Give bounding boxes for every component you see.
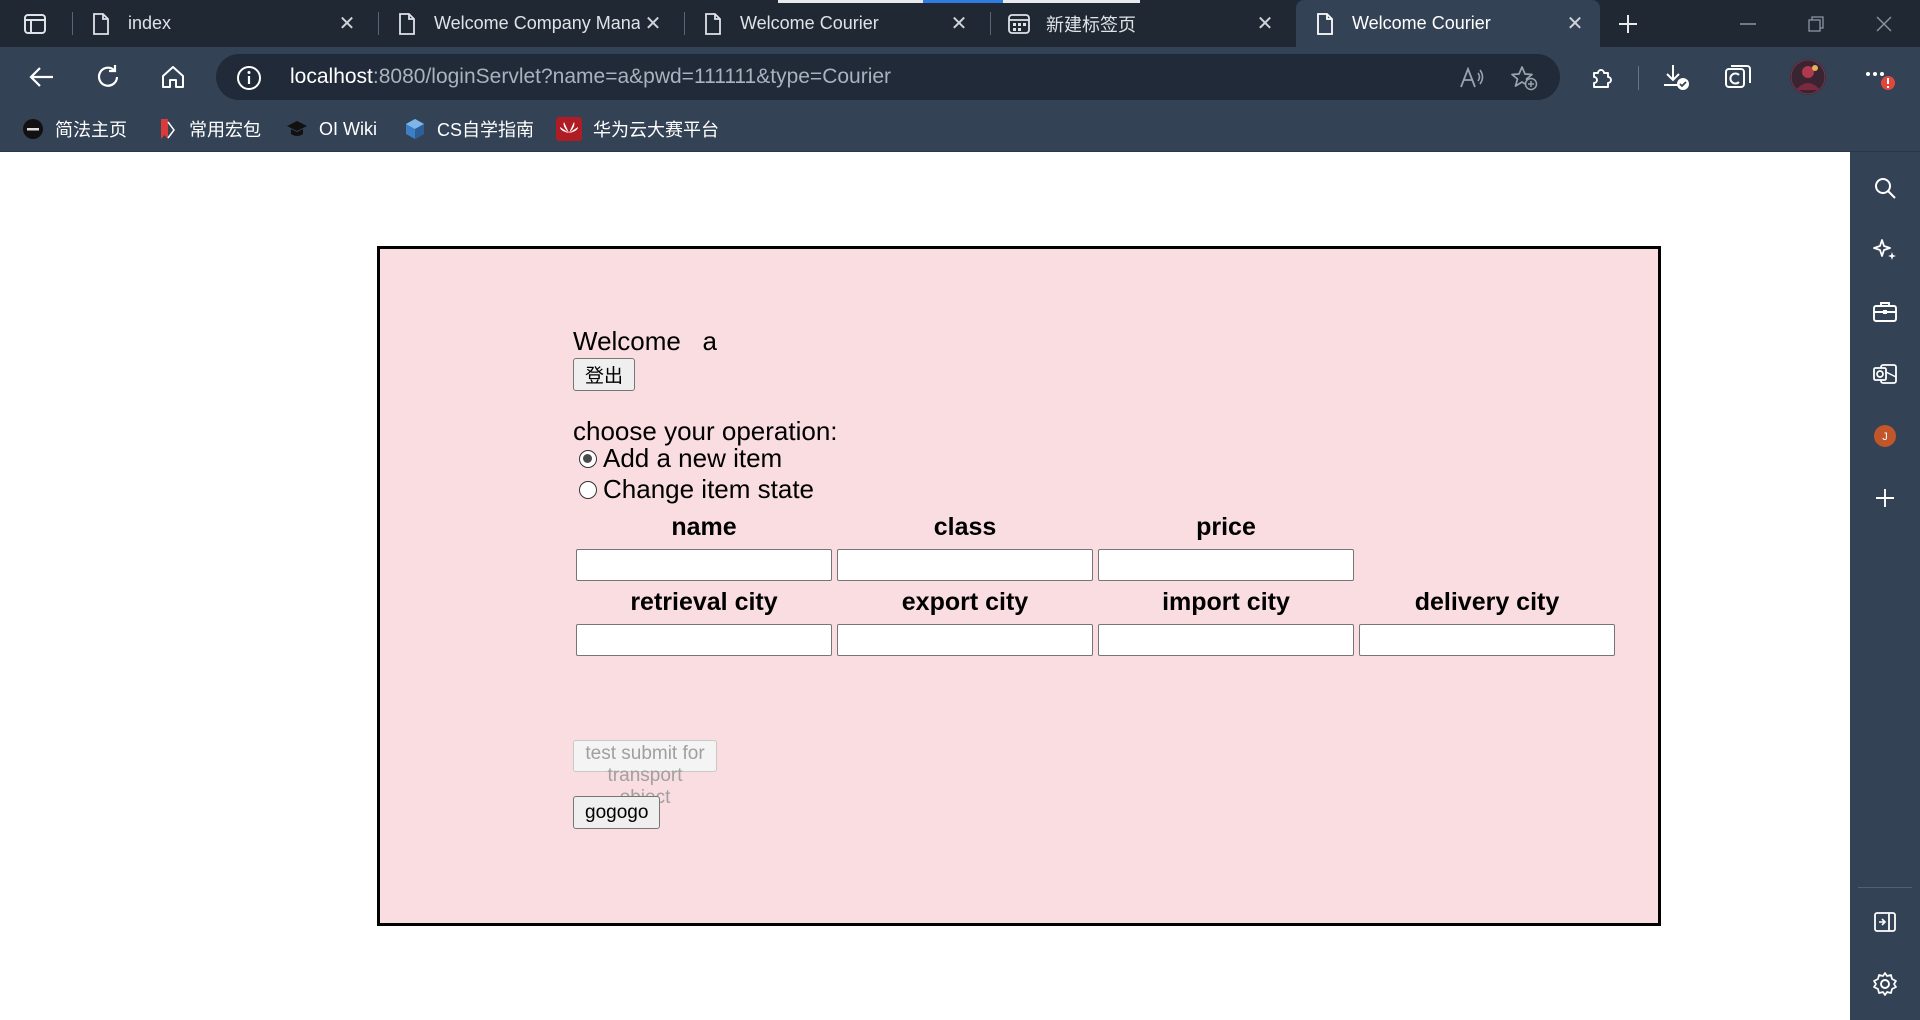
close-icon[interactable]: ✕ xyxy=(1252,11,1278,37)
tab-welcome-courier-active[interactable]: Welcome Courier ✕ xyxy=(1296,0,1600,47)
option-add-item[interactable]: Add a new item xyxy=(579,443,782,474)
tab-new-tab[interactable]: 新建标签页 ✕ xyxy=(990,0,1290,47)
close-icon[interactable]: ✕ xyxy=(946,11,972,37)
tab-title: 新建标签页 xyxy=(1046,14,1136,35)
edge-sidebar: J xyxy=(1850,152,1920,1020)
label-price: price xyxy=(1196,513,1256,541)
refresh-button[interactable] xyxy=(88,57,128,97)
label-delivery-city: delivery city xyxy=(1414,588,1560,616)
minimize-button[interactable] xyxy=(1714,0,1782,47)
import-city-input[interactable] xyxy=(1098,624,1354,656)
favorite-huawei-cloud[interactable]: 华为云大赛平台 xyxy=(556,114,719,144)
graduation-cap-icon xyxy=(286,118,308,140)
restore-button[interactable] xyxy=(1782,0,1850,47)
tab-welcome-company[interactable]: Welcome Company Manag ✕ xyxy=(378,0,678,47)
browser-toolbar: localhost:8080/loginServlet?name=a&pwd=1… xyxy=(0,47,1920,105)
page-icon xyxy=(396,12,418,36)
close-icon[interactable]: ✕ xyxy=(640,11,666,37)
welcome-text: Welcome a xyxy=(573,326,718,356)
favorite-jianfa[interactable]: 简法主页 xyxy=(22,114,127,144)
search-icon[interactable] xyxy=(1867,170,1903,206)
huawei-icon xyxy=(556,117,582,141)
label-export-city: export city xyxy=(901,588,1029,616)
radio-change-state[interactable] xyxy=(579,480,597,499)
read-aloud-icon[interactable] xyxy=(1458,64,1486,92)
settings-gear-icon[interactable] xyxy=(1867,966,1903,1002)
tools-briefcase-icon[interactable] xyxy=(1867,294,1903,330)
home-button[interactable] xyxy=(153,57,193,97)
label-retrieval-city: retrieval city xyxy=(630,588,778,616)
courier-panel: Welcome a 登出 choose your operation: Add … xyxy=(377,246,1661,926)
address-bar[interactable]: localhost:8080/loginServlet?name=a&pwd=1… xyxy=(216,54,1560,100)
favorites-bar: 简法主页 常用宏包 OI Wiki CS自学指南 华为云大赛平台 xyxy=(0,105,1920,152)
retrieval-city-input[interactable] xyxy=(576,624,832,656)
hide-sidebar-icon[interactable] xyxy=(1867,904,1903,940)
logout-button[interactable]: 登出 xyxy=(573,358,636,391)
class-input[interactable] xyxy=(837,549,1093,581)
new-tab-button[interactable] xyxy=(1608,8,1648,39)
label-import-city: import city xyxy=(1162,588,1290,616)
bookmark-red-icon xyxy=(156,118,178,140)
new-tab-page-icon xyxy=(1008,12,1030,36)
radio-add-item[interactable] xyxy=(579,449,597,468)
svg-text:J: J xyxy=(1882,431,1888,443)
close-window-button[interactable] xyxy=(1850,0,1918,47)
page-icon xyxy=(90,12,112,36)
avatar[interactable] xyxy=(1788,57,1828,97)
courier-form: Welcome a 登出 choose your operation: Add … xyxy=(573,326,1615,829)
more-menu-icon[interactable] xyxy=(1860,57,1900,97)
option-change-state[interactable]: Change item state xyxy=(579,474,814,505)
tab-strip: index ✕ Welcome Company Manag ✕ Welcome … xyxy=(0,0,1920,47)
sparkle-icon[interactable] xyxy=(1867,232,1903,268)
label-name: name xyxy=(671,513,737,541)
page-viewport: Welcome a 登出 choose your operation: Add … xyxy=(0,152,1850,1020)
delivery-city-input[interactable] xyxy=(1359,624,1615,656)
outlook-icon[interactable] xyxy=(1867,356,1903,392)
close-icon[interactable]: ✕ xyxy=(1562,11,1588,37)
tab-index[interactable]: index ✕ xyxy=(72,0,372,47)
label-class: class xyxy=(933,513,997,541)
add-favorite-icon[interactable] xyxy=(1510,64,1538,92)
back-button[interactable] xyxy=(22,57,62,97)
test-submit-button[interactable]: test submit for transport object xyxy=(573,740,718,808)
tab-title: index xyxy=(128,13,172,33)
url-text: localhost:8080/loginServlet?name=a&pwd=1… xyxy=(290,65,892,88)
export-city-input[interactable] xyxy=(837,624,1093,656)
jianfa-icon xyxy=(22,118,44,140)
info-icon[interactable] xyxy=(236,65,262,91)
tab-actions-icon[interactable] xyxy=(12,8,58,39)
cube-icon xyxy=(404,118,426,140)
tab-title: Welcome Courier xyxy=(1352,13,1491,33)
tab-title: Welcome Courier xyxy=(740,13,879,33)
collections-icon[interactable] xyxy=(1718,57,1758,97)
close-icon[interactable]: ✕ xyxy=(334,11,360,37)
gogogo-button[interactable]: gogogo xyxy=(573,796,661,829)
name-input[interactable] xyxy=(576,549,832,581)
price-input[interactable] xyxy=(1098,549,1354,581)
extensions-icon[interactable] xyxy=(1582,57,1622,97)
favorite-oi-wiki[interactable]: OI Wiki xyxy=(286,114,377,144)
add-sidebar-app-icon[interactable] xyxy=(1867,480,1903,516)
tab-title: Welcome Company Manag xyxy=(434,13,640,33)
profile-badge-icon[interactable]: J xyxy=(1867,418,1903,454)
downloads-icon[interactable] xyxy=(1656,57,1696,97)
page-icon xyxy=(702,12,724,36)
favorite-cs-guide[interactable]: CS自学指南 xyxy=(404,114,534,144)
page-icon xyxy=(1314,12,1336,36)
favorite-macros[interactable]: 常用宏包 xyxy=(156,114,261,144)
tab-welcome-courier[interactable]: Welcome Courier ✕ xyxy=(684,0,984,47)
